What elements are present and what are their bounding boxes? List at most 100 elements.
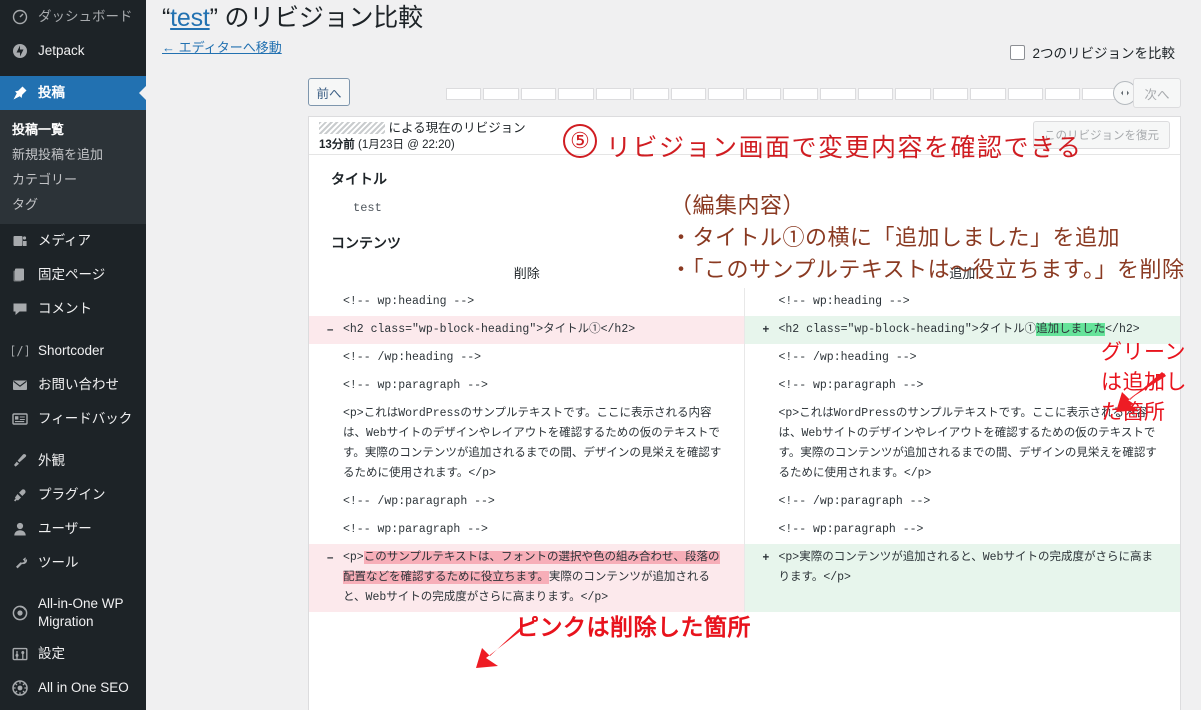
submenu-item[interactable]: 新規投稿を追加: [0, 141, 146, 166]
revision-tick[interactable]: [820, 88, 856, 100]
sidebar-item-tools[interactable]: ツール: [0, 546, 146, 580]
sidebar-item-label: 設定: [38, 646, 65, 662]
settings-sliders-icon: [10, 644, 30, 664]
page-icon: [10, 265, 30, 285]
sidebar-item-label: 固定ページ: [38, 267, 106, 283]
diff-column-headers: 削除 追加: [309, 263, 1180, 288]
diff-cell-right: <p>これはWordPressのサンプルテキストです。ここに表示される内容は、W…: [778, 407, 1157, 480]
seo-gear-icon: [10, 678, 30, 698]
title-field-label: タイトル: [331, 171, 387, 187]
sidebar-item-aioseo[interactable]: All in One SEO: [0, 671, 146, 705]
dashboard-icon: [10, 7, 30, 27]
previous-revision-button[interactable]: 前へ: [308, 78, 350, 106]
diff-highlight: このサンプルテキストは、フォントの選択や色の組み合わせ、段落の配置などを確認する…: [343, 551, 720, 584]
diff-cell-right: <!-- wp:paragraph -->: [778, 523, 924, 536]
diff-cell-left: <!-- wp:paragraph -->: [309, 372, 745, 400]
sidebar-item-label: All in One SEO: [38, 680, 129, 696]
next-revision-button[interactable]: 次へ: [1133, 78, 1181, 108]
feedback-icon: [10, 409, 30, 429]
revision-tick[interactable]: [520, 88, 557, 100]
diff-cell-right: <!-- /wp:heading -->: [778, 351, 917, 364]
compare-two-revisions-checkbox[interactable]: [1010, 44, 1026, 60]
diff-row: <!-- wp:paragraph --> <!-- wp:paragraph -…: [309, 516, 1180, 544]
sidebar-item-aiowp-migration[interactable]: All-in-One WP Migration: [0, 588, 146, 637]
revision-tick[interactable]: [633, 88, 669, 100]
revision-tick[interactable]: [670, 88, 707, 100]
plugin-icon: [10, 485, 30, 505]
diff-row: <!-- wp:paragraph --> <!-- wp:paragraph -…: [309, 372, 1180, 400]
content-diff-table: 削除 追加 <!-- wp:heading --> <!-- wp:heading…: [309, 263, 1180, 612]
revision-tick[interactable]: [595, 88, 632, 100]
page-title-prefix: “: [162, 4, 171, 32]
restore-revision-button[interactable]: このリビジョンを復元: [1033, 121, 1170, 149]
submenu-item[interactable]: カテゴリー: [0, 166, 146, 191]
revision-tick[interactable]: [857, 88, 894, 100]
revision-tick[interactable]: [932, 88, 969, 100]
compare-two-revisions-row[interactable]: 2つのリビジョンを比較: [1010, 42, 1175, 62]
diff-row: <!-- wp:heading --> <!-- wp:heading -->: [309, 288, 1180, 316]
jetpack-icon: [10, 41, 30, 61]
submenu-item[interactable]: タグ: [0, 191, 146, 216]
post-title-link[interactable]: test: [170, 4, 210, 32]
diff-cell-right: <!-- wp:paragraph -->: [778, 379, 924, 392]
sidebar-item-pages[interactable]: 固定ページ: [0, 258, 146, 292]
admin-sidebar: ダッシュボード Jetpack 投稿 投稿一覧 新規投稿を追加 カテゴリー タグ メディア 固定…: [0, 0, 146, 710]
sidebar-item-settings[interactable]: 設定: [0, 637, 146, 671]
diff-cell-right: <!-- wp:heading -->: [778, 295, 910, 308]
go-to-editor-link[interactable]: ← エディターへ移動: [162, 37, 282, 56]
page-title: “test” のリビジョン比較: [162, 0, 1181, 36]
sidebar-item-media[interactable]: メディア: [0, 224, 146, 258]
sidebar-item-label: Jetpack: [38, 43, 85, 59]
sidebar-item-feedback[interactable]: フィードバック: [0, 402, 146, 436]
revision-tick[interactable]: [708, 88, 744, 100]
revision-time-relative: 13分前: [319, 138, 355, 151]
sidebar-item-label: お問い合わせ: [38, 377, 119, 393]
diff-row: – <p>このサンプルテキストは、フォントの選択や色の組み合わせ、段落の配置などを…: [309, 544, 1180, 612]
sidebar-item-plugins[interactable]: プラグイン: [0, 478, 146, 512]
revision-tick[interactable]: [745, 88, 781, 100]
revision-tick[interactable]: [782, 88, 819, 100]
revision-tick[interactable]: [558, 88, 594, 100]
diff-cell-right: + <h2 class="wp-block-heading">タイトル①追加しまし…: [744, 316, 1180, 344]
pin-icon: [10, 83, 30, 103]
sidebar-item-jetpack[interactable]: Jetpack: [0, 34, 146, 68]
sidebar-item-posts[interactable]: 投稿: [0, 76, 146, 110]
posts-submenu: 投稿一覧 新規投稿を追加 カテゴリー タグ: [0, 110, 146, 224]
sidebar-item-users[interactable]: ユーザー: [0, 512, 146, 546]
revision-fields: タイトル test コンテンツ 削除 追加 <!-- wp:heading --…: [309, 155, 1180, 710]
mail-icon: [10, 375, 30, 395]
migration-icon: [10, 603, 30, 623]
diff-cell-left: <p>これはWordPressのサンプルテキストです。ここに表示される内容は、W…: [309, 400, 745, 488]
revision-tick[interactable]: [970, 88, 1006, 100]
diff-cell-left: <!-- wp:paragraph -->: [309, 516, 745, 544]
revision-tick[interactable]: [483, 88, 519, 100]
revision-tick[interactable]: [1007, 88, 1043, 100]
sidebar-item-dashboard[interactable]: ダッシュボード: [0, 0, 146, 34]
sidebar-item-shortcoder[interactable]: [/] Shortcoder: [0, 334, 146, 368]
diff-highlight: 追加しました: [1036, 323, 1106, 336]
submenu-item[interactable]: 投稿一覧: [0, 116, 146, 141]
sidebar-item-label: 投稿: [38, 85, 65, 101]
sidebar-item-appearance[interactable]: 外観: [0, 444, 146, 478]
diff-header-removed: 削除: [513, 266, 540, 281]
diff-sign: –: [327, 324, 334, 336]
diff-sign: +: [762, 324, 770, 336]
revision-panel: による現在のリビジョン 13分前 (1月23日 @ 22:20) このリビジョン…: [308, 116, 1181, 710]
revision-tick-track[interactable]: [446, 88, 1118, 100]
revision-tick[interactable]: [446, 88, 482, 100]
diff-cell-left: – <h2 class="wp-block-heading">タイトル①</h2>: [309, 316, 745, 344]
diff-sign: –: [327, 552, 334, 564]
shortcode-icon: [/]: [10, 341, 30, 361]
sidebar-item-label: All-in-One WP Migration: [38, 596, 124, 629]
page-title-suffix: ” のリビジョン比較: [209, 4, 423, 32]
sidebar-item-label: 外観: [38, 453, 65, 469]
revision-tick[interactable]: [895, 88, 931, 100]
sidebar-item-comments[interactable]: コメント: [0, 292, 146, 326]
sidebar-item-label: ダッシュボード: [38, 9, 133, 25]
title-field-value: test: [353, 201, 382, 215]
revision-tick[interactable]: [1045, 88, 1081, 100]
sidebar-item-contact[interactable]: お問い合わせ: [0, 368, 146, 402]
revision-meta-bar: による現在のリビジョン 13分前 (1月23日 @ 22:20) このリビジョン…: [309, 117, 1180, 155]
diff-sign: +: [762, 552, 770, 564]
diff-row: <!-- /wp:heading --> <!-- /wp:heading -->: [309, 344, 1180, 372]
